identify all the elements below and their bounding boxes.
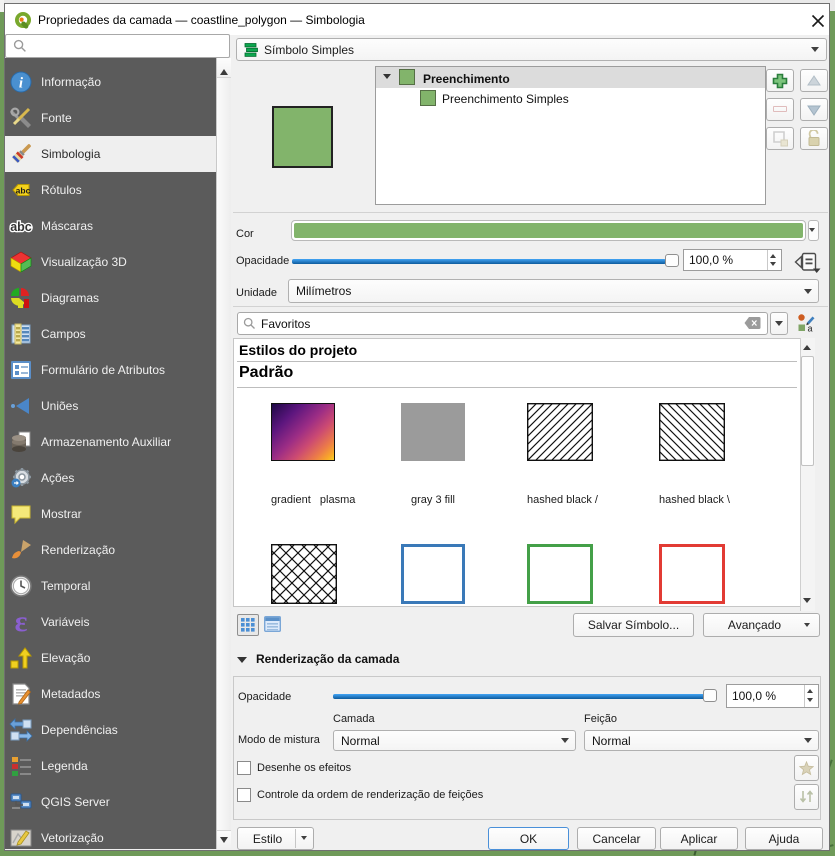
svg-text:ε: ε (15, 610, 28, 634)
svg-text:a: a (808, 324, 813, 334)
svg-text:abc: abc (10, 220, 32, 234)
svg-text:abc: abc (16, 186, 31, 196)
